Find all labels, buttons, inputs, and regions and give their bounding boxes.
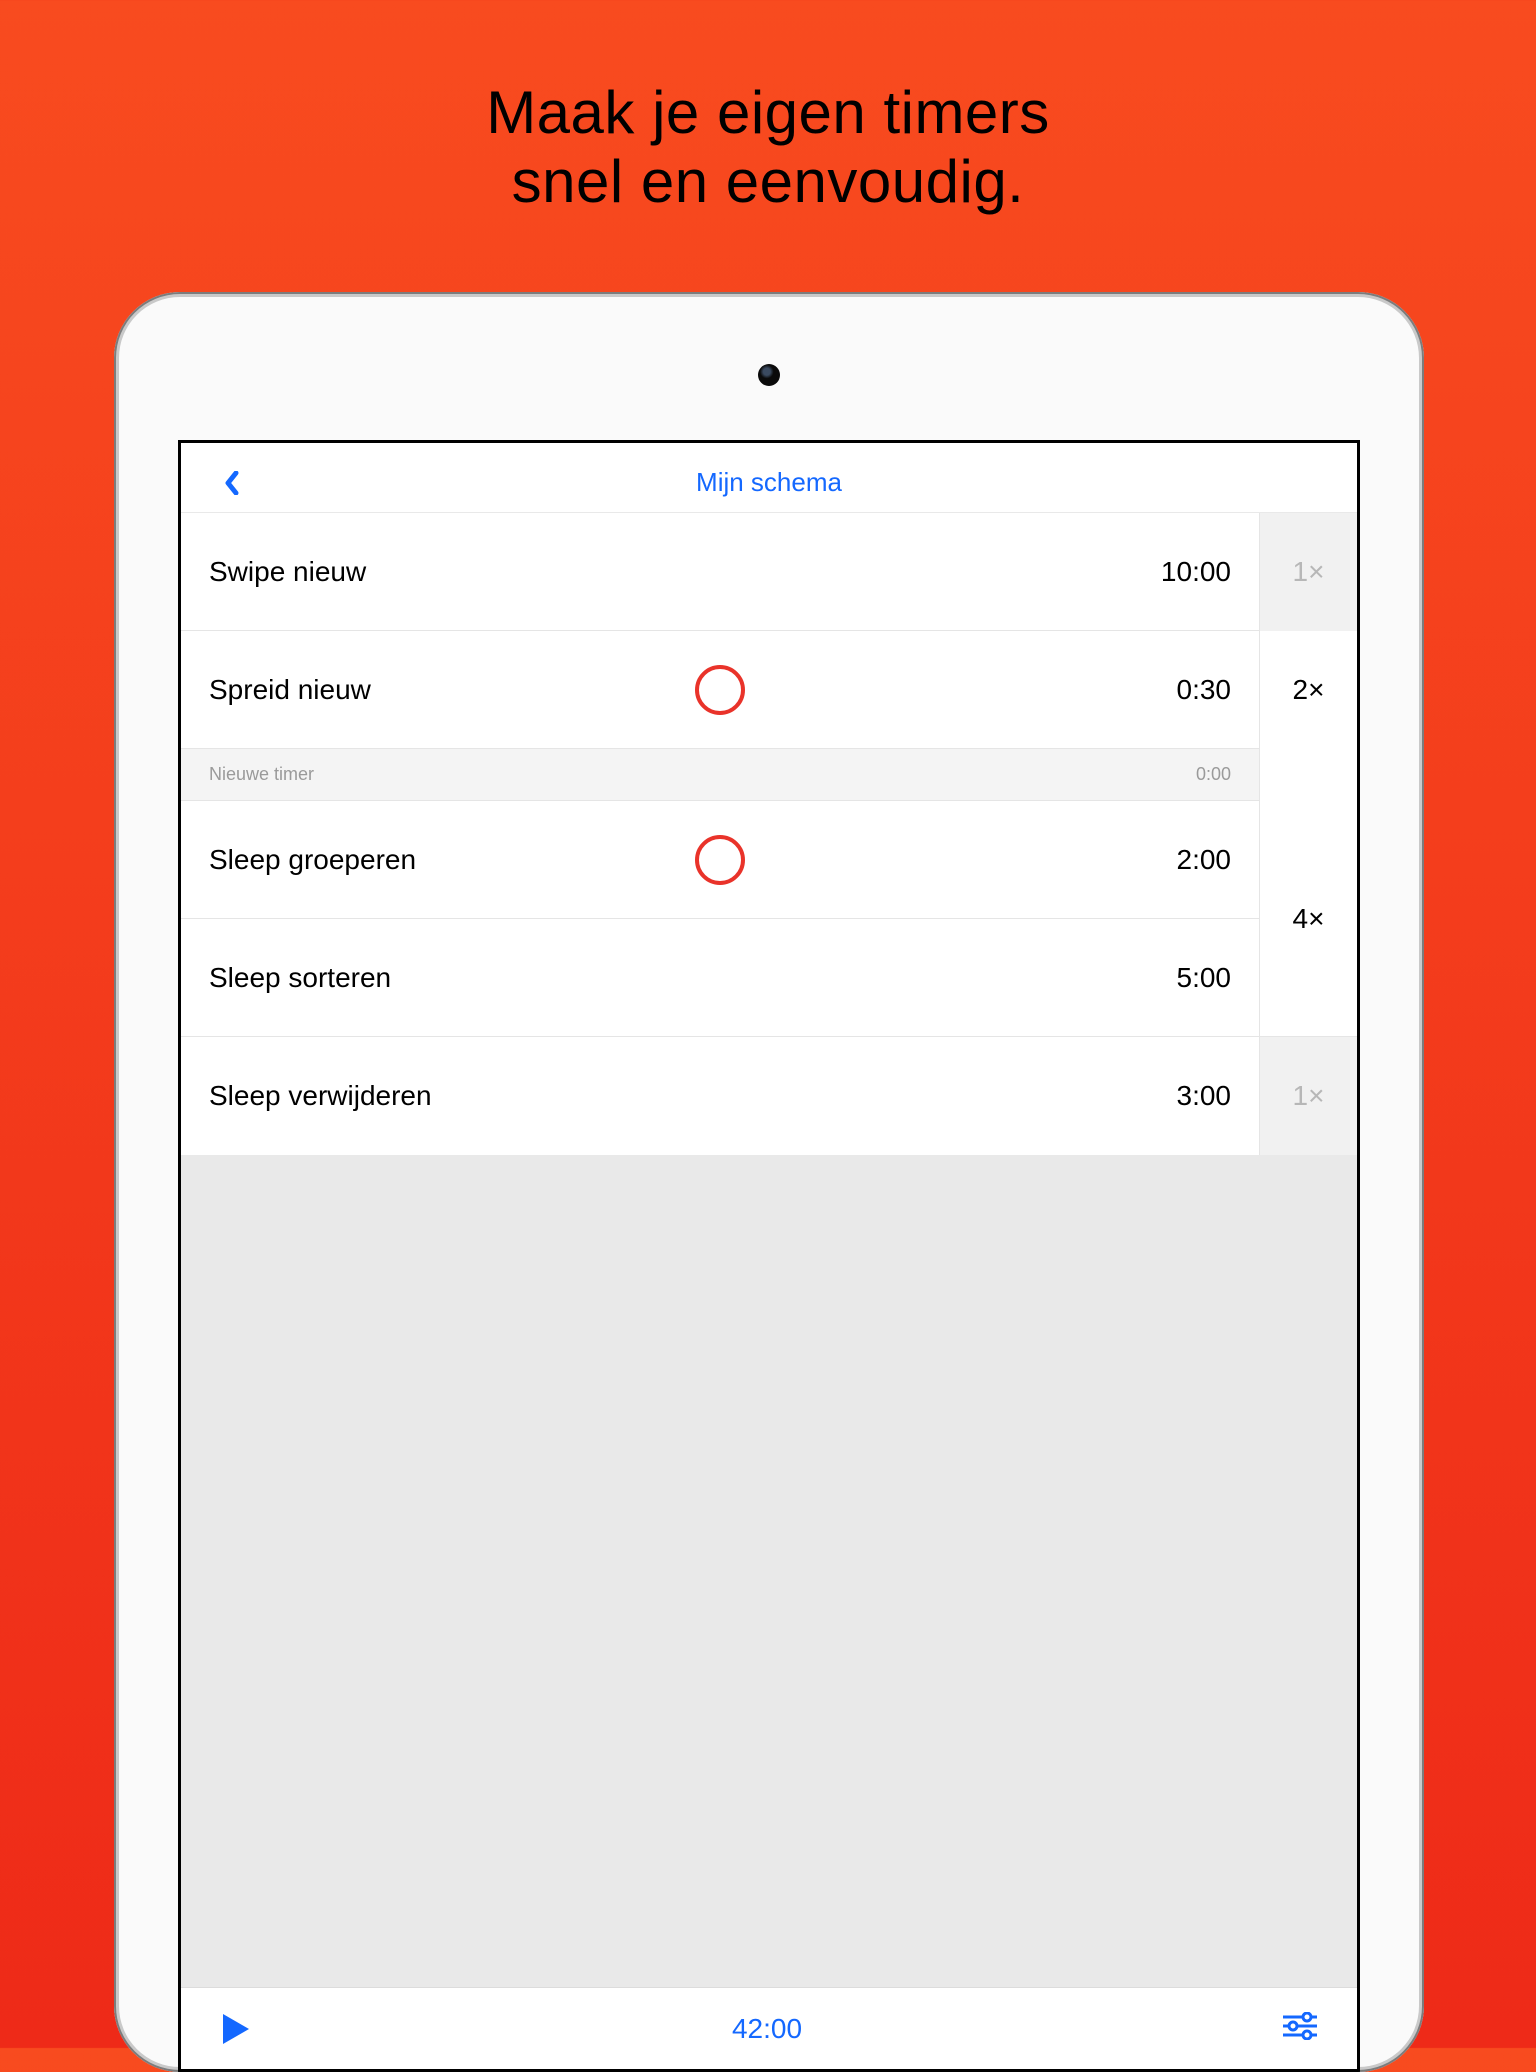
sliders-icon — [1283, 2012, 1317, 2040]
bottom-toolbar: 42:00 — [181, 1987, 1357, 2069]
play-icon — [221, 2012, 251, 2046]
app-screen: Mijn schema Swipe nieuw 10:00 1× Spreid … — [178, 440, 1360, 2072]
device-frame: Mijn schema Swipe nieuw 10:00 1× Spreid … — [114, 292, 1424, 2072]
repeat-count-empty — [1259, 749, 1357, 801]
repeat-count[interactable]: 2× — [1259, 631, 1357, 749]
repeat-count[interactable]: 1× — [1259, 513, 1357, 631]
timer-row[interactable]: Sleep sorteren 5:00 — [181, 919, 1259, 1037]
touch-indicator-icon — [695, 665, 745, 715]
navbar: Mijn schema — [181, 443, 1357, 513]
touch-indicator-icon — [695, 835, 745, 885]
timer-name: Sleep verwijderen — [209, 1080, 432, 1112]
settings-button[interactable] — [1283, 2012, 1317, 2045]
timer-name: Sleep groeperen — [209, 844, 416, 876]
timer-name: Swipe nieuw — [209, 556, 366, 588]
timer-row[interactable]: Sleep verwijderen 3:00 1× — [181, 1037, 1357, 1155]
timer-time: 0:30 — [1177, 674, 1232, 706]
timer-row[interactable]: Swipe nieuw 10:00 1× — [181, 513, 1357, 631]
chevron-left-icon — [224, 471, 240, 495]
timer-time: 0:00 — [1196, 764, 1231, 785]
repeat-count[interactable]: 1× — [1259, 1037, 1357, 1155]
timer-time: 5:00 — [1177, 962, 1232, 994]
repeat-count[interactable]: 4× — [1259, 801, 1357, 1037]
timer-row[interactable]: Spreid nieuw 0:30 2× — [181, 631, 1357, 749]
timer-name: Sleep sorteren — [209, 962, 391, 994]
promo-heading: Maak je eigen timers snel en eenvoudig. — [0, 0, 1536, 216]
play-button[interactable] — [221, 2012, 251, 2046]
promo-line-1: Maak je eigen timers — [0, 78, 1536, 147]
device-camera — [758, 364, 780, 386]
list-empty-area — [181, 1155, 1357, 1855]
nav-title: Mijn schema — [696, 467, 842, 498]
timer-list: Swipe nieuw 10:00 1× Spreid nieuw 0:30 2… — [181, 513, 1357, 1855]
timer-time: 10:00 — [1161, 556, 1231, 588]
total-time: 42:00 — [732, 2013, 802, 2045]
timer-time: 3:00 — [1177, 1080, 1232, 1112]
timer-group: Sleep groeperen 2:00 Sleep sorteren 5:00… — [181, 801, 1357, 1037]
timer-name: Spreid nieuw — [209, 674, 371, 706]
back-button[interactable] — [217, 468, 247, 498]
new-timer-placeholder[interactable]: Nieuwe timer 0:00 — [181, 749, 1357, 801]
timer-time: 2:00 — [1177, 844, 1232, 876]
promo-line-2: snel en eenvoudig. — [0, 147, 1536, 216]
timer-row[interactable]: Sleep groeperen 2:00 — [181, 801, 1259, 919]
timer-name: Nieuwe timer — [209, 764, 314, 785]
